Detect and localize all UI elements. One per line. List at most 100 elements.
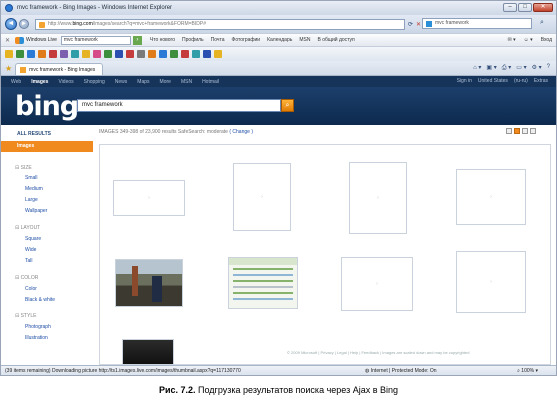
extension-icon[interactable] [170, 50, 178, 58]
extension-icon[interactable] [115, 50, 123, 58]
extension-icon[interactable] [93, 50, 101, 58]
live-search-button[interactable]: › [132, 35, 142, 45]
extension-icon[interactable] [38, 50, 46, 58]
filter-color-color[interactable]: Color [25, 286, 37, 292]
nav-videos[interactable]: Videos [58, 79, 73, 85]
live-menu-share[interactable]: В общий доступ [317, 37, 354, 43]
image-thumbnail-loading[interactable]: › [113, 180, 185, 216]
view-details-icon[interactable] [530, 128, 536, 134]
favorites-star-icon[interactable] [5, 50, 13, 58]
mail-icon[interactable]: ✉ ▾ [508, 37, 516, 43]
extension-icon[interactable] [159, 50, 167, 58]
live-menu-whats-new[interactable]: Что нового [150, 37, 175, 43]
extension-icon[interactable] [16, 50, 24, 58]
image-thumbnail-screenshot[interactable] [228, 257, 298, 309]
bing-extras-link[interactable]: Extras [534, 78, 548, 84]
home-icon[interactable]: ⌂ ▾ [473, 64, 481, 72]
nav-web[interactable]: Web [11, 79, 21, 85]
zoom-level[interactable]: ⌕ 100% ▾ [517, 366, 538, 375]
extension-icon[interactable] [104, 50, 112, 58]
live-menu-calendar[interactable]: Календарь [267, 37, 292, 43]
bing-search-button[interactable]: ⌕ [281, 99, 294, 112]
image-thumbnail-loading[interactable]: › [349, 162, 407, 234]
refresh-icon[interactable]: ⟳ [408, 21, 413, 28]
favorites-icon[interactable]: ★ [5, 64, 12, 73]
image-thumbnail-loading[interactable]: › [456, 169, 526, 225]
print-icon[interactable]: ⎙ ▾ [502, 64, 511, 72]
page-menu-icon[interactable]: ▭ ▾ [516, 64, 526, 72]
messenger-icon[interactable]: ☺ ▾ [524, 37, 533, 43]
safesearch-change-link[interactable]: ( Change ) [229, 129, 253, 135]
bing-logo[interactable]: bing [15, 91, 79, 122]
view-large-icon[interactable] [522, 128, 528, 134]
stop-icon[interactable]: ✕ [416, 21, 421, 28]
image-thumbnail-loading[interactable]: › [456, 251, 526, 313]
filter-size-medium[interactable]: Medium [25, 186, 43, 192]
filter-group-color[interactable]: ⊟ COLOR [15, 275, 38, 281]
extension-icon[interactable] [137, 50, 145, 58]
live-menu-msn[interactable]: MSN [299, 37, 310, 43]
address-input[interactable]: http://www.bing.com/images/search?q=mvc+… [35, 18, 405, 30]
bing-search-input[interactable]: mvc framework [77, 99, 281, 112]
filter-layout-tall[interactable]: Tall [25, 258, 33, 264]
filter-style-illustration[interactable]: Illustration [25, 335, 48, 341]
nav-hotmail[interactable]: Hotmail [202, 79, 219, 85]
filter-size-wallpaper[interactable]: Wallpaper [25, 208, 47, 214]
toolbar-close-icon[interactable]: ✕ [5, 37, 10, 44]
nav-more[interactable]: More [160, 79, 171, 85]
images-filter-active[interactable]: Images [1, 141, 93, 152]
forward-button[interactable]: ► [19, 19, 29, 29]
signin-link[interactable]: Вход [541, 37, 552, 43]
extension-icon[interactable] [27, 50, 35, 58]
filter-size-small[interactable]: Small [25, 175, 38, 181]
extension-icon[interactable] [82, 50, 90, 58]
extension-icon[interactable] [126, 50, 134, 58]
extension-icon[interactable] [181, 50, 189, 58]
tab-bing-images[interactable]: mvc framework - Bing Images [15, 63, 104, 75]
live-menu-mail[interactable]: Почта [211, 37, 225, 43]
extension-icon[interactable] [214, 50, 222, 58]
filter-style-photograph[interactable]: Photograph [25, 324, 51, 330]
image-thumbnail-photo[interactable] [115, 259, 183, 307]
security-zone[interactable]: ◍ Internet | Protected Mode: On [365, 366, 437, 375]
nav-shopping[interactable]: Shopping [84, 79, 105, 85]
image-thumbnail-photo[interactable] [122, 339, 174, 365]
maximize-button[interactable]: □ [518, 3, 532, 12]
live-search-input[interactable]: mvc framework [60, 35, 131, 45]
filter-layout-wide[interactable]: Wide [25, 247, 36, 253]
extension-icon[interactable] [60, 50, 68, 58]
image-thumbnail-loading[interactable]: › [341, 257, 413, 311]
browser-search-input[interactable]: mvc framework [422, 18, 532, 29]
nav-news[interactable]: News [115, 79, 128, 85]
extension-icon[interactable] [148, 50, 156, 58]
live-menu-photos[interactable]: Фотографии [232, 37, 261, 43]
nav-msn[interactable]: MSN [181, 79, 192, 85]
filter-size-large[interactable]: Large [25, 197, 38, 203]
close-button[interactable]: ✕ [533, 3, 553, 12]
safety-menu-icon[interactable]: ⚙ ▾ [532, 64, 542, 72]
minimize-button[interactable]: – [503, 3, 517, 12]
image-thumbnail-loading[interactable]: › [233, 163, 291, 231]
browser-search-button[interactable]: ⌕ [536, 18, 548, 29]
back-button[interactable]: ◄ [5, 18, 17, 30]
bing-language-link[interactable]: (ru-ru) [514, 78, 528, 84]
view-medium-icon[interactable] [514, 128, 520, 134]
live-menu-profile[interactable]: Профиль [182, 37, 204, 43]
view-small-icon[interactable] [506, 128, 512, 134]
filter-group-size[interactable]: ⊟ SIZE [15, 165, 32, 171]
help-icon[interactable]: ? [547, 64, 550, 72]
bing-signin-link[interactable]: Sign in [457, 78, 472, 84]
filter-color-bw[interactable]: Black & white [25, 297, 55, 303]
extension-icon[interactable] [192, 50, 200, 58]
filter-group-layout[interactable]: ⊟ LAYOUT [15, 225, 40, 231]
nav-images[interactable]: Images [31, 79, 48, 85]
all-results-link[interactable]: ALL RESULTS [17, 131, 51, 137]
filter-layout-square[interactable]: Square [25, 236, 41, 242]
extension-icon[interactable] [71, 50, 79, 58]
filter-group-style[interactable]: ⊟ STYLE [15, 313, 36, 319]
feeds-icon[interactable]: ▣ ▾ [486, 64, 496, 72]
nav-maps[interactable]: Maps [137, 79, 149, 85]
bing-region-link[interactable]: United States [478, 78, 508, 84]
extension-icon[interactable] [203, 50, 211, 58]
extension-icon[interactable] [49, 50, 57, 58]
